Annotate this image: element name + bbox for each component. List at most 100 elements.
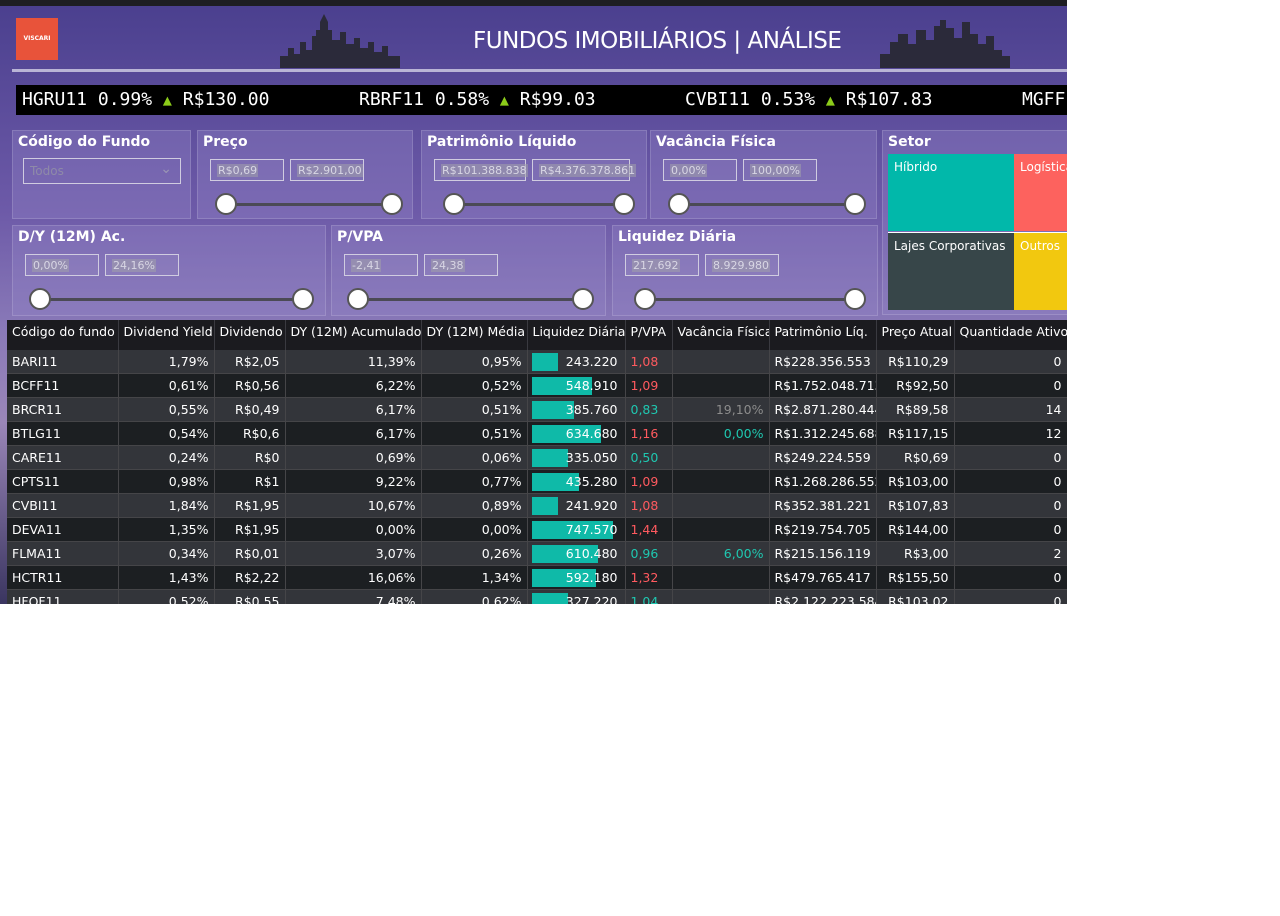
cell-code: HCTR11 [7, 565, 119, 590]
cell-dy-media: 0,00% [421, 517, 528, 542]
column-header[interactable]: DY (12M) Média [421, 320, 528, 350]
patrimonio-slider-min-handle[interactable] [443, 193, 465, 215]
column-header[interactable]: Preço Atual [876, 320, 955, 350]
preco-slider-min-handle[interactable] [215, 193, 237, 215]
cell-patrimonio: R$1.268.286.552 [769, 469, 877, 494]
vacancia-slider-min-handle[interactable] [668, 193, 690, 215]
cell-vacancia [672, 445, 770, 470]
cell-dy-media: 0,51% [421, 397, 528, 422]
filter-vacancia: Vacância Física 0,00% 100,00% [650, 130, 877, 219]
liquidity-value: 435.280 [565, 474, 618, 489]
dy-slider-min-handle[interactable] [29, 288, 51, 310]
cell-dy-media: 0,95% [421, 350, 528, 374]
filter-liquidez: Liquidez Diária 217.692 8.929.980 [612, 225, 878, 316]
patrimonio-slider-max-handle[interactable] [613, 193, 635, 215]
cell-patrimonio: R$479.765.417 [769, 565, 877, 590]
cell-preco: R$92,50 [876, 373, 955, 398]
treemap-tile-lajes[interactable]: Lajes Corporativas [888, 232, 1014, 310]
patrimonio-min-input[interactable]: R$101.388.838 [434, 159, 528, 181]
column-header[interactable]: Código do fundo [7, 320, 119, 350]
column-header[interactable]: P/VPA [625, 320, 673, 350]
pvpa-slider-min-handle[interactable] [347, 288, 369, 310]
table-row[interactable]: CARE11 0,24% R$0 0,69% 0,06% 335.050 0,50 R$249… [7, 445, 1067, 470]
liquidity-bar [531, 593, 568, 604]
cell-dividend-yield: 0,24% [118, 445, 215, 470]
column-header[interactable]: DY (12M) Acumulado [285, 320, 422, 350]
cell-vacancia [672, 517, 770, 542]
liquidez-slider-max-handle[interactable] [844, 288, 866, 310]
dy-min-input[interactable]: 0,00% [25, 254, 99, 276]
table-row[interactable]: BRCR11 0,55% R$0,49 6,17% 0,51% 385.760 0,83 19… [7, 397, 1067, 422]
liquidez-min-input[interactable]: 217.692 [625, 254, 699, 276]
column-header[interactable]: Patrimônio Líq. [769, 320, 877, 350]
liquidity-bar [531, 353, 558, 371]
liquidity-value: 241.920 [565, 498, 618, 513]
liquidez-max-input[interactable]: 8.929.980 [705, 254, 779, 276]
cell-pvpa: 1,04 [625, 589, 673, 604]
preco-min-input[interactable]: R$0,69 [210, 159, 284, 181]
table-row[interactable]: CVBI11 1,84% R$1,95 10,67% 0,89% 241.920 1,08 R… [7, 493, 1067, 518]
cell-quantidade: 0 [954, 469, 1067, 494]
pvpa-min-input[interactable]: -2,41 [344, 254, 418, 276]
table-row[interactable]: BCFF11 0,61% R$0,56 6,22% 0,52% 548.910 1,09 R$… [7, 373, 1067, 398]
filter-title: Código do Fundo [18, 134, 151, 150]
page-title: FUNDOS IMOBILIÁRIOS | ANÁLISE [473, 28, 842, 54]
table-row[interactable]: BARI11 1,79% R$2,05 11,39% 0,95% 243.220 1,08 R… [7, 350, 1067, 374]
table-row[interactable]: HFOF11 0,52% R$0,55 7,48% 0,62% 327.220 1,04 R$… [7, 589, 1067, 604]
table-row[interactable]: BTLG11 0,54% R$0,6 6,17% 0,51% 634.680 1,16 0,0… [7, 421, 1067, 446]
preco-max-input[interactable]: R$2.901,00 [290, 159, 364, 181]
fund-code-dropdown[interactable]: Todos ⌄ [23, 158, 181, 184]
liquidity-value: 243.220 [565, 354, 618, 369]
column-header[interactable]: Dividendo [214, 320, 286, 350]
cell-pvpa: 1,09 [625, 373, 673, 398]
cell-dy-media: 1,34% [421, 565, 528, 590]
table-header: Código do fundo Dividend Yield Dividendo DY… [7, 320, 1067, 350]
cell-code: CVBI11 [7, 493, 119, 518]
table-row[interactable]: HCTR11 1,43% R$2,22 16,06% 1,34% 592.180 1,32 R… [7, 565, 1067, 590]
liquidity-value: 548.910 [565, 378, 618, 393]
vacancia-max-input[interactable]: 100,00% [743, 159, 817, 181]
column-header[interactable]: Vacância Física [672, 320, 770, 350]
cell-dividendo: R$0,49 [214, 397, 286, 422]
cell-pvpa: 0,50 [625, 445, 673, 470]
cell-dy-media: 0,52% [421, 373, 528, 398]
table-row[interactable]: FLMA11 0,34% R$0,01 3,07% 0,26% 610.480 0,96 6,… [7, 541, 1067, 566]
column-header[interactable]: Quantidade Ativos [954, 320, 1067, 350]
cell-pvpa: 0,83 [625, 397, 673, 422]
liquidez-slider-min-handle[interactable] [634, 288, 656, 310]
cell-liquidez: 610.480 [527, 541, 626, 566]
patrimonio-max-input[interactable]: R$4.376.378.861 [532, 159, 637, 181]
vacancia-min-input[interactable]: 0,00% [663, 159, 737, 181]
cell-dividend-yield: 0,52% [118, 589, 215, 604]
dy-max-input[interactable]: 24,16% [105, 254, 179, 276]
table-row[interactable]: CPTS11 0,98% R$1 9,22% 0,77% 435.280 1,09 R$1.2… [7, 469, 1067, 494]
cell-dy-media: 0,51% [421, 421, 528, 446]
column-header[interactable]: Liquidez Diária [527, 320, 626, 350]
cell-preco: R$117,15 [876, 421, 955, 446]
cell-pvpa: 1,32 [625, 565, 673, 590]
pvpa-slider-max-handle[interactable] [572, 288, 594, 310]
cell-quantidade: 0 [954, 565, 1067, 590]
cell-dy-media: 0,89% [421, 493, 528, 518]
liquidity-bar [531, 449, 568, 467]
dy-slider-max-handle[interactable] [292, 288, 314, 310]
cell-code: CARE11 [7, 445, 119, 470]
preco-slider-max-handle[interactable] [381, 193, 403, 215]
cell-dy-acumulado: 6,17% [285, 397, 422, 422]
table-row[interactable]: DEVA11 1,35% R$1,95 0,00% 0,00% 747.570 1,44 R$… [7, 517, 1067, 542]
treemap-tile-outros[interactable]: Outros [1014, 232, 1067, 310]
cell-preco: R$89,58 [876, 397, 955, 422]
vacancia-slider-max-handle[interactable] [844, 193, 866, 215]
dropdown-value: Todos [30, 164, 64, 178]
cell-code: BARI11 [7, 350, 119, 374]
cell-dividend-yield: 0,55% [118, 397, 215, 422]
pvpa-max-input[interactable]: 24,38 [424, 254, 498, 276]
patrimonio-slider-track [454, 203, 624, 206]
column-header[interactable]: Dividend Yield [118, 320, 215, 350]
funds-table: Código do fundo Dividend Yield Dividendo DY… [7, 320, 1067, 604]
cell-quantidade: 14 [954, 397, 1067, 422]
treemap-tile-hibrido[interactable]: Híbrido [888, 154, 1014, 231]
treemap-tile-logistica[interactable]: Logística [1014, 154, 1067, 231]
cell-dividend-yield: 0,34% [118, 541, 215, 566]
cell-liquidez: 592.180 [527, 565, 626, 590]
